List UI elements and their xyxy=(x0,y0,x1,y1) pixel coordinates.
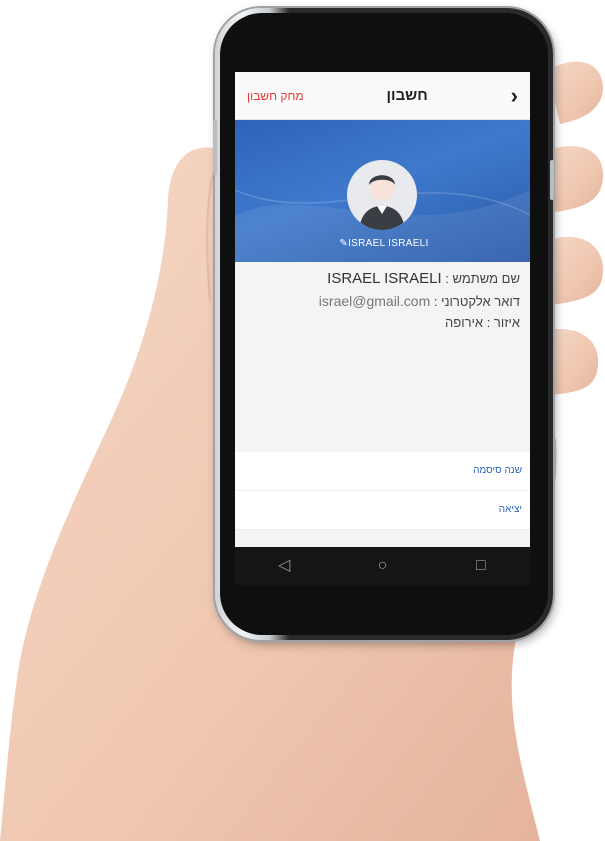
email-row: דואר אלקטרוני : israel@gmail.com xyxy=(245,293,520,309)
phone-side-button xyxy=(213,120,217,175)
phone-screen: מחק חשבון חשבון › ✎ISRAEL ISRAELI שם משת… xyxy=(235,72,530,547)
phone-side-button xyxy=(550,160,554,200)
user-avatar-icon[interactable] xyxy=(347,160,417,230)
android-nav-bar: ◁ ○ □ xyxy=(235,547,530,585)
region-row: איזור : אירופה xyxy=(245,315,520,330)
nav-home-icon[interactable]: ○ xyxy=(367,558,397,574)
username-row: שם משתמש : ISRAEL ISRAELI xyxy=(245,270,520,287)
account-actions: שנה סיסמה יציאה xyxy=(235,452,530,530)
nav-recents-icon[interactable]: □ xyxy=(466,558,496,574)
email-label: דואר אלקטרוני : xyxy=(433,294,520,309)
region-value: אירופה xyxy=(445,315,484,330)
edit-profile-name[interactable]: ✎ISRAEL ISRAELI xyxy=(235,238,530,249)
account-info: שם משתמש : ISRAEL ISRAELI דואר אלקטרוני … xyxy=(235,262,530,452)
username-value: ISRAEL ISRAELI xyxy=(327,270,442,287)
profile-banner: ✎ISRAEL ISRAELI xyxy=(235,120,530,262)
chevron-right-icon[interactable]: › xyxy=(511,84,518,107)
change-password-button[interactable]: שנה סיסמה xyxy=(235,452,530,491)
page-title: חשבון xyxy=(386,87,428,104)
profile-display-name: ISRAEL ISRAELI xyxy=(348,238,429,249)
email-value: israel@gmail.com xyxy=(318,293,431,309)
logout-button[interactable]: יציאה xyxy=(235,491,530,530)
username-label: שם משתמש : xyxy=(445,271,520,286)
pencil-icon: ✎ xyxy=(339,238,349,249)
delete-account-link[interactable]: מחק חשבון xyxy=(247,89,304,103)
region-label: איזור : xyxy=(486,315,520,330)
nav-back-icon[interactable]: ◁ xyxy=(269,558,299,574)
app-header: מחק חשבון חשבון › xyxy=(235,72,530,120)
